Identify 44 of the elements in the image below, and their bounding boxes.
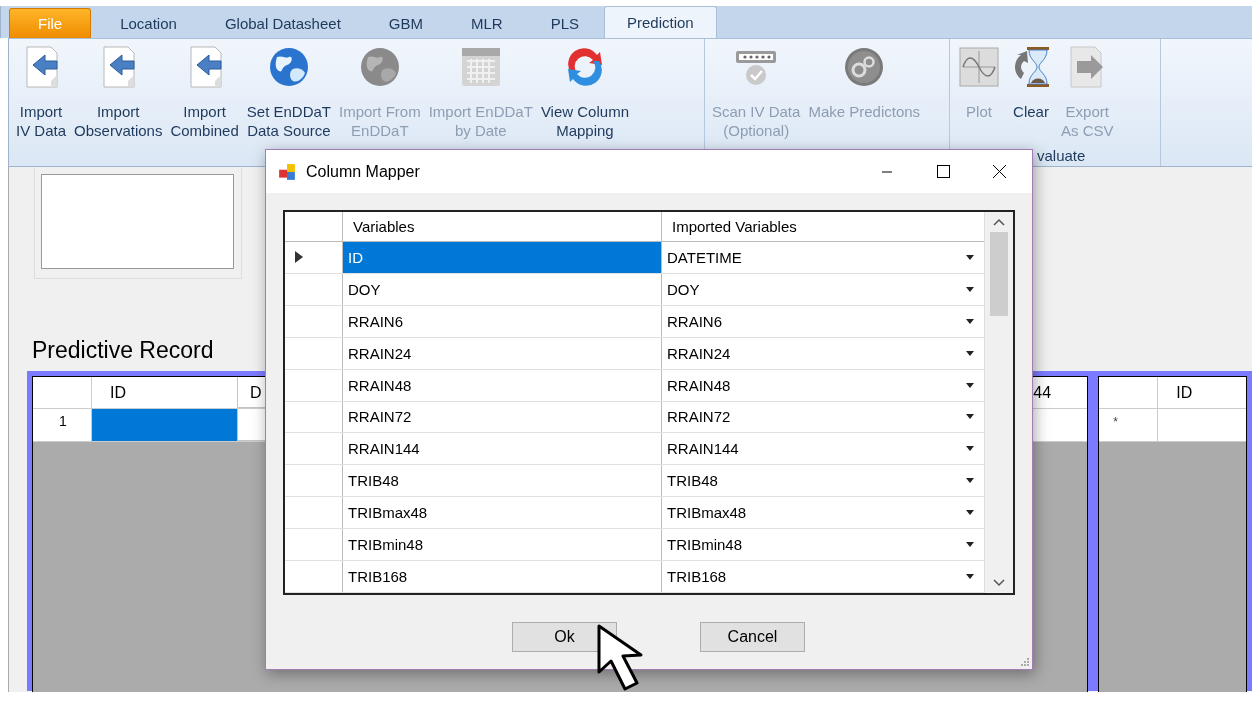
table-cell[interactable]: RRAIN72: [343, 401, 662, 433]
table-cell[interactable]: RRAIN48: [343, 369, 662, 401]
table-cell[interactable]: ID: [343, 241, 662, 273]
ribbon-tab[interactable]: GBM: [365, 8, 446, 38]
ribbon-button[interactable]: Import IV Data: [13, 39, 70, 140]
dropdown-cell[interactable]: TRIB168: [662, 561, 984, 593]
table-cell[interactable]: TRIBmin48: [343, 529, 662, 561]
dropdown-cell[interactable]: DOY: [662, 273, 984, 305]
column-header: Variables: [343, 212, 662, 241]
ribbon-button[interactable]: View Column Mapping: [537, 39, 632, 140]
column-header: ID: [1175, 383, 1194, 403]
dropdown-cell[interactable]: RRAIN144: [662, 433, 984, 465]
column-header: 44: [1032, 383, 1053, 403]
dropdown-cell[interactable]: TRIB48: [662, 465, 984, 497]
ribbon-button[interactable]: Import Combined: [167, 39, 242, 140]
table-cell[interactable]: DOY: [343, 273, 662, 305]
table-cell[interactable]: TRIBmax48: [343, 497, 662, 529]
dropdown-cell[interactable]: RRAIN6: [662, 305, 984, 337]
row-header: *: [1099, 409, 1159, 441]
dropdown-cell[interactable]: TRIBmax48: [662, 497, 984, 529]
table-cell[interactable]: RRAIN144: [343, 433, 662, 465]
dropdown-cell[interactable]: RRAIN48: [662, 369, 984, 401]
ribbon-tab[interactable]: Prediction: [604, 6, 717, 38]
dropdown-cell[interactable]: RRAIN24: [662, 337, 984, 369]
table-cell[interactable]: TRIB48: [343, 465, 662, 497]
section-title: Predictive Record: [32, 336, 214, 365]
ribbon-tab[interactable]: Location: [97, 8, 200, 38]
table-cell[interactable]: TRIB168: [343, 561, 662, 593]
dialog-button[interactable]: Cancel: [700, 622, 805, 652]
ribbon-button[interactable]: Import Observations: [71, 39, 166, 140]
column-header: Imported Variables: [671, 216, 798, 237]
ribbon-button[interactable]: Set EnDDaT Data Source: [243, 39, 334, 140]
column-header: ID: [109, 383, 127, 403]
dropdown-cell[interactable]: TRIBmin48: [662, 529, 984, 561]
ribbon-tab[interactable]: MLR: [447, 8, 526, 38]
ribbon-tab[interactable]: PLS: [527, 8, 602, 38]
dropdown-cell[interactable]: RRAIN72: [662, 401, 984, 433]
group-label: valuate: [1037, 147, 1086, 164]
dropdown-cell[interactable]: DATETIME: [662, 241, 984, 273]
ribbon-tab[interactable]: Global Datasheet: [201, 8, 364, 38]
table-cell[interactable]: RRAIN6: [343, 305, 662, 337]
window-title: Column Mapper: [306, 162, 420, 181]
table-cell[interactable]: RRAIN24: [343, 337, 662, 369]
ribbon-button[interactable]: Clear: [1006, 39, 1056, 140]
